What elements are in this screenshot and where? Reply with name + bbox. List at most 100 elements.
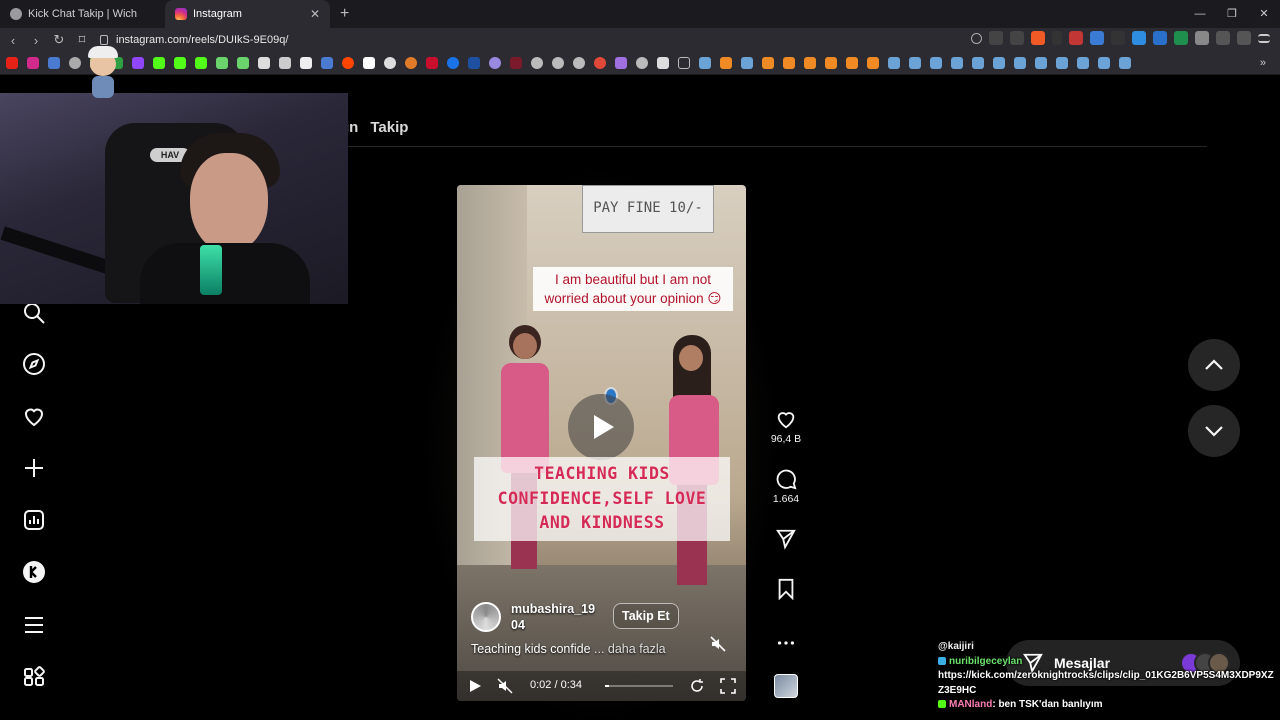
bookmark-steam-icon[interactable] — [1056, 57, 1068, 69]
reel-video[interactable]: PAY FINE 10/- I am beautiful but I am no… — [457, 185, 746, 701]
bookmark-icon[interactable] — [69, 57, 81, 69]
share-action[interactable] — [770, 528, 802, 550]
muted-icon[interactable] — [709, 635, 727, 653]
bookmark-icon[interactable] — [237, 57, 249, 69]
comment-action[interactable]: 1.664 — [770, 468, 802, 505]
bookmark-icon[interactable] — [573, 57, 585, 69]
extension-icon[interactable] — [1111, 31, 1125, 45]
bookmark-icon[interactable] — [426, 57, 438, 69]
extension-icon[interactable] — [1052, 31, 1062, 45]
more-dots-icon[interactable] — [775, 632, 797, 654]
extension-icon[interactable] — [1153, 31, 1167, 45]
bookmark-icon[interactable] — [846, 57, 858, 69]
tab-kick-chat[interactable]: Kick Chat Takip | Wich — [0, 0, 165, 28]
extension-icon[interactable] — [1069, 31, 1083, 45]
bookmark-icon[interactable] — [615, 57, 627, 69]
extension-icon[interactable] — [1174, 31, 1188, 45]
bookmark-icon[interactable] — [216, 57, 228, 69]
close-window-icon[interactable]: ✕ — [1248, 0, 1280, 28]
replay-icon[interactable] — [689, 678, 705, 694]
author-name[interactable]: mubashira_19 04 — [511, 601, 601, 633]
notifications-icon[interactable] — [22, 404, 46, 428]
cast-icon[interactable] — [989, 31, 1003, 45]
brave-shield-icon[interactable] — [1031, 31, 1045, 45]
bookmark-icon[interactable] — [489, 57, 501, 69]
puzzle-icon[interactable] — [1216, 31, 1230, 45]
bookmarks-overflow-icon[interactable]: » — [1260, 57, 1266, 69]
play-icon[interactable] — [470, 680, 481, 692]
bookmark-steam-icon[interactable] — [1119, 57, 1131, 69]
bookmark-reddit-icon[interactable] — [342, 57, 354, 69]
bookmark-twitch-icon[interactable] — [132, 57, 144, 69]
close-tab-icon[interactable]: ✕ — [310, 7, 320, 21]
audio-thumbnail[interactable] — [774, 674, 798, 698]
bookmark-steam-icon[interactable] — [699, 57, 711, 69]
search-icon[interactable] — [22, 301, 46, 325]
bookmark-save-icon[interactable] — [775, 578, 797, 600]
bookmark-steam-icon[interactable] — [993, 57, 1005, 69]
bookmark-steam-icon[interactable] — [741, 57, 753, 69]
more-apps-icon[interactable] — [22, 665, 46, 689]
more-options[interactable] — [770, 632, 802, 654]
like-action[interactable]: 96,4 B — [770, 408, 802, 445]
reel-author[interactable]: mubashira_19 04 — [471, 601, 601, 633]
tab-following[interactable]: Takip — [370, 119, 408, 136]
bookmark-icon[interactable] — [552, 57, 564, 69]
browser-menu-icon[interactable] — [1258, 33, 1270, 43]
bookmark-anchor-icon[interactable] — [258, 57, 270, 69]
extension-icon[interactable] — [1195, 31, 1209, 45]
bookmark-icon[interactable] — [321, 57, 333, 69]
bookmark-icon[interactable] — [384, 57, 396, 69]
bookmark-icon[interactable] — [363, 57, 375, 69]
bookmark-steam-icon[interactable] — [1077, 57, 1089, 69]
bookmark-icon[interactable] — [762, 57, 774, 69]
heart-icon[interactable] — [775, 408, 797, 430]
bookmark-icon[interactable] — [510, 57, 522, 69]
bookmark-kick-icon[interactable] — [195, 57, 207, 69]
bookmark-youtube-icon[interactable] — [6, 57, 18, 69]
bookmark-icon[interactable] — [405, 57, 417, 69]
tab-instagram[interactable]: Instagram ✕ — [165, 0, 330, 28]
bookmark-icon[interactable] — [447, 57, 459, 69]
bookmark-steam-icon[interactable] — [951, 57, 963, 69]
progress-track[interactable] — [605, 685, 673, 687]
bookmark-steam-icon[interactable] — [888, 57, 900, 69]
restore-icon[interactable]: ❐ — [1216, 0, 1248, 28]
previous-reel-button[interactable] — [1188, 339, 1240, 391]
explore-icon[interactable] — [22, 352, 46, 376]
dashboard-icon[interactable] — [22, 508, 46, 532]
author-avatar[interactable] — [471, 602, 501, 632]
bookmark-icon[interactable] — [636, 57, 648, 69]
bookmark-kick-icon[interactable] — [153, 57, 165, 69]
menu-icon[interactable] — [22, 613, 46, 637]
bookmark-steam-icon[interactable] — [972, 57, 984, 69]
bookmark-folder-icon[interactable] — [48, 57, 60, 69]
bookmark-steam-icon[interactable] — [1035, 57, 1047, 69]
zoom-icon[interactable] — [971, 32, 982, 44]
extension-icon[interactable] — [1090, 31, 1104, 45]
extension-icon[interactable] — [1132, 31, 1146, 45]
more-link[interactable]: ... daha fazla — [594, 642, 666, 656]
url-field[interactable]: instagram.com/reels/DUIkS-9E09q/ — [100, 30, 288, 50]
bookmark-steam-icon[interactable] — [909, 57, 921, 69]
bookmark-x-icon[interactable] — [300, 57, 312, 69]
play-overlay-button[interactable] — [568, 394, 634, 460]
sidebar-icon[interactable] — [1237, 31, 1251, 45]
follow-button[interactable]: Takip Et — [613, 603, 679, 629]
reload-icon[interactable]: ↻ — [49, 32, 69, 48]
reel-description[interactable]: Teaching kids confide ... daha fazla — [471, 642, 666, 656]
create-icon[interactable] — [22, 456, 46, 480]
bookmark-icon[interactable] — [804, 57, 816, 69]
bookmark-icon[interactable] — [867, 57, 879, 69]
send-icon[interactable] — [775, 528, 797, 550]
fullscreen-icon[interactable] — [720, 678, 736, 694]
bookmark-icon[interactable] — [279, 57, 291, 69]
bookmark-icon[interactable] — [657, 57, 669, 69]
bookmark-kick-icon[interactable] — [174, 57, 186, 69]
bookmark-icon[interactable] — [594, 57, 606, 69]
save-action[interactable] — [770, 578, 802, 600]
comment-icon[interactable] — [775, 468, 797, 490]
bookmark-steam-icon[interactable] — [1098, 57, 1110, 69]
minimize-icon[interactable]: — — [1184, 0, 1216, 28]
bookmark-icon[interactable] — [783, 57, 795, 69]
